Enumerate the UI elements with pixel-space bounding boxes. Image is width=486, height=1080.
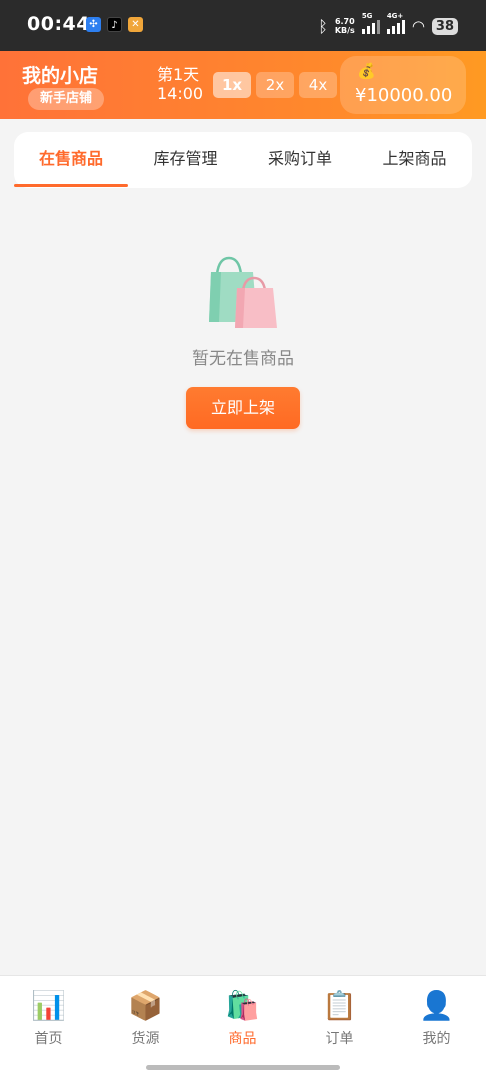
tools-notification-icon: ✕ — [128, 17, 143, 32]
nav-label-home: 首页 — [34, 1031, 63, 1047]
product-tabs: 在售商品 库存管理 采购订单 上架商品 — [14, 132, 472, 188]
tab-list-products[interactable]: 上架商品 — [357, 132, 472, 188]
nav-item-mine[interactable]: 👤 我的 — [388, 988, 485, 1048]
time-label: 14:00 — [157, 84, 204, 103]
signal-4g-label: 4G+ — [386, 12, 404, 20]
network-speed-unit: KB/s — [334, 26, 355, 35]
game-clock: 第1天 14:00 — [157, 65, 203, 103]
nav-item-supply[interactable]: 📦 货源 — [97, 988, 194, 1048]
signal-5g-icon: 5G — [361, 12, 380, 34]
empty-message: 暂无在售商品 — [192, 349, 294, 369]
shop-header: 我的小店 新手店铺 第1天 14:00 1x 2x 4x 💰 ¥10000.00 — [0, 51, 486, 119]
network-speed: 6.70 KB/s — [335, 17, 355, 35]
chart-icon: 📊 — [31, 989, 66, 1022]
wifi-icon: ◠ — [411, 17, 425, 35]
nav-label-products: 商品 — [228, 1031, 257, 1047]
active-tab-indicator — [14, 184, 128, 187]
tab-on-sale[interactable]: 在售商品 — [14, 132, 128, 188]
user-icon: 👤 — [419, 989, 454, 1022]
nav-label-orders: 订单 — [325, 1031, 354, 1047]
shopping-bags-icon — [209, 256, 277, 328]
speed-2x-button[interactable]: 2x — [256, 72, 294, 98]
day-label: 第1天 — [157, 65, 200, 84]
nav-item-products[interactable]: 🛍️ 商品 — [194, 988, 291, 1048]
tab-purchase-orders[interactable]: 采购订单 — [243, 132, 357, 188]
nav-item-home[interactable]: 📊 首页 — [0, 988, 97, 1048]
bluetooth-icon: ᛒ — [318, 16, 328, 36]
battery-indicator: 38 — [431, 17, 458, 35]
list-now-button[interactable]: 立即上架 — [186, 387, 300, 429]
shop-name: 我的小店 — [22, 65, 99, 87]
nav-item-orders[interactable]: 📋 订单 — [291, 988, 388, 1048]
nav-label-supply: 货源 — [131, 1031, 160, 1047]
clipboard-icon: 📋 — [322, 989, 357, 1022]
status-bar: 00:44 ✣ ♪ ✕ ᛒ 6.70 KB/s 5G 4G+ ◠ 38 — [0, 0, 486, 51]
home-indicator[interactable] — [146, 1065, 340, 1070]
shop-level-badge: 新手店铺 — [28, 88, 105, 110]
nav-label-mine: 我的 — [422, 1031, 451, 1047]
signal-4g-icon: 4G+ — [386, 12, 405, 34]
network-speed-value: 6.70 — [334, 17, 355, 26]
money-card: 💰 ¥10000.00 — [340, 56, 466, 114]
signal-5g-label: 5G — [361, 12, 373, 20]
app-notification-icon: ✣ — [86, 17, 101, 32]
speed-1x-button[interactable]: 1x — [213, 72, 251, 98]
money-balance: ¥10000.00 — [355, 85, 453, 106]
status-time: 00:44 — [27, 13, 90, 35]
money-bag-icon: 💰 — [357, 62, 376, 80]
speed-4x-button[interactable]: 4x — [299, 72, 337, 98]
shopping-bags-icon: 🛍️ — [225, 989, 260, 1022]
tiktok-notification-icon: ♪ — [107, 17, 122, 32]
package-icon: 📦 — [128, 989, 163, 1022]
tab-inventory[interactable]: 库存管理 — [128, 132, 243, 188]
